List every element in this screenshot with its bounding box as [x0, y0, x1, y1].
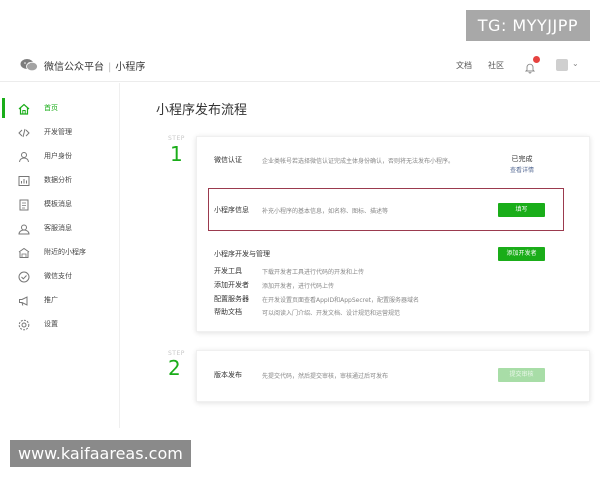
info-title: 小程序信息: [214, 206, 249, 214]
megaphone-icon: [17, 293, 31, 307]
submit-review-button[interactable]: 提交审核: [498, 368, 545, 382]
active-indicator: [2, 98, 5, 118]
dev-row-title: 开发工具: [214, 267, 242, 275]
dev-row-title: 帮助文档: [214, 308, 242, 316]
page: TG: MYYJJPP 微信公众平台 | 小程序 文档 社区 ⌄ 首页 开发管理…: [0, 0, 600, 480]
dev-row-title: 添加开发者: [214, 281, 249, 289]
notification-badge: [533, 56, 540, 63]
step-label: STEP: [168, 135, 185, 142]
sidebar-item-template-message[interactable]: 模板消息: [0, 192, 120, 216]
support-icon: [17, 221, 31, 235]
chart-icon: [17, 173, 31, 187]
home-icon: [17, 101, 31, 115]
location-icon: [17, 245, 31, 259]
gear-icon: [17, 317, 31, 331]
chevron-down-icon[interactable]: ⌄: [572, 59, 579, 68]
sidebar-item-user-identity[interactable]: 用户身份: [0, 144, 120, 168]
publish-desc: 先提交代码，然后提交审核，审核通过后可发布: [262, 373, 389, 380]
watermark-top: TG: MYYJJPP: [465, 10, 590, 41]
sidebar-item-label: 设置: [44, 320, 58, 328]
sidebar: 首页 开发管理 用户身份 数据分析 模板消息 客服消息 附近的小程序 微信支付 …: [0, 83, 120, 428]
sidebar-item-customer-service[interactable]: 客服消息: [0, 216, 120, 240]
watermark-bottom: www.kaifaareas.com: [10, 440, 191, 467]
sidebar-item-promotion[interactable]: 推广: [0, 288, 120, 312]
brand-title[interactable]: 微信公众平台 | 小程序: [44, 58, 145, 73]
verify-detail-link[interactable]: 查看详情: [500, 165, 544, 174]
verify-status: 已完成: [511, 155, 533, 163]
sidebar-item-label: 开发管理: [44, 128, 72, 136]
dev-row-desc: 添加开发者，进行代码上传: [262, 283, 335, 290]
community-link[interactable]: 社区: [488, 60, 504, 71]
sidebar-item-label: 微信支付: [44, 272, 72, 280]
dev-row-desc: 在开发设置页面查看AppID和AppSecret，配置服务器域名: [262, 297, 420, 304]
user-icon: [17, 149, 31, 163]
brand-name: 微信公众平台: [44, 62, 104, 73]
step-number: 1: [170, 142, 183, 166]
sidebar-item-wechat-pay[interactable]: 微信支付: [0, 264, 120, 288]
sidebar-item-label: 推广: [44, 296, 58, 304]
header: 微信公众平台 | 小程序 文档 社区 ⌄: [0, 50, 600, 82]
sidebar-item-home[interactable]: 首页: [0, 96, 120, 120]
fill-info-button[interactable]: 填写: [498, 203, 545, 217]
sidebar-item-data-analysis[interactable]: 数据分析: [0, 168, 120, 192]
dev-title: 小程序开发与管理: [214, 250, 270, 258]
sidebar-item-label: 附近的小程序: [44, 248, 86, 256]
sidebar-item-label: 数据分析: [44, 176, 72, 184]
doc-link[interactable]: 文档: [456, 60, 472, 71]
verify-title: 微信认证: [214, 156, 242, 164]
wechat-logo-icon[interactable]: [20, 58, 38, 72]
sidebar-item-label: 首页: [44, 104, 58, 112]
publish-title: 版本发布: [214, 371, 242, 379]
sidebar-item-label: 用户身份: [44, 152, 72, 160]
brand-section: 小程序: [115, 62, 146, 73]
info-desc: 补充小程序的基本信息，如名称、图标、描述等: [262, 208, 389, 215]
dev-row-title: 配置服务器: [214, 295, 249, 303]
sidebar-item-dev-manage[interactable]: 开发管理: [0, 120, 120, 144]
verify-desc: 企业类帐号若选择微信认证完成主体身份确认，否则将无法发布小程序。: [262, 158, 455, 165]
page-title: 小程序发布流程: [156, 103, 248, 118]
code-icon: [17, 125, 31, 139]
sidebar-item-nearby-miniprogram[interactable]: 附近的小程序: [0, 240, 120, 264]
sidebar-item-label: 客服消息: [44, 224, 72, 232]
payment-icon: [17, 269, 31, 283]
avatar[interactable]: [556, 59, 568, 71]
sidebar-item-settings[interactable]: 设置: [0, 312, 120, 336]
add-developer-button[interactable]: 添加开发者: [498, 247, 545, 261]
document-icon: [17, 197, 31, 211]
step-number: 2: [168, 356, 181, 380]
dev-row-desc: 下载开发者工具进行代码的开发和上传: [262, 269, 365, 276]
dev-row-desc: 可以阅读入门介绍、开发文档、设计规范和运营规范: [262, 310, 401, 317]
sidebar-item-label: 模板消息: [44, 200, 72, 208]
